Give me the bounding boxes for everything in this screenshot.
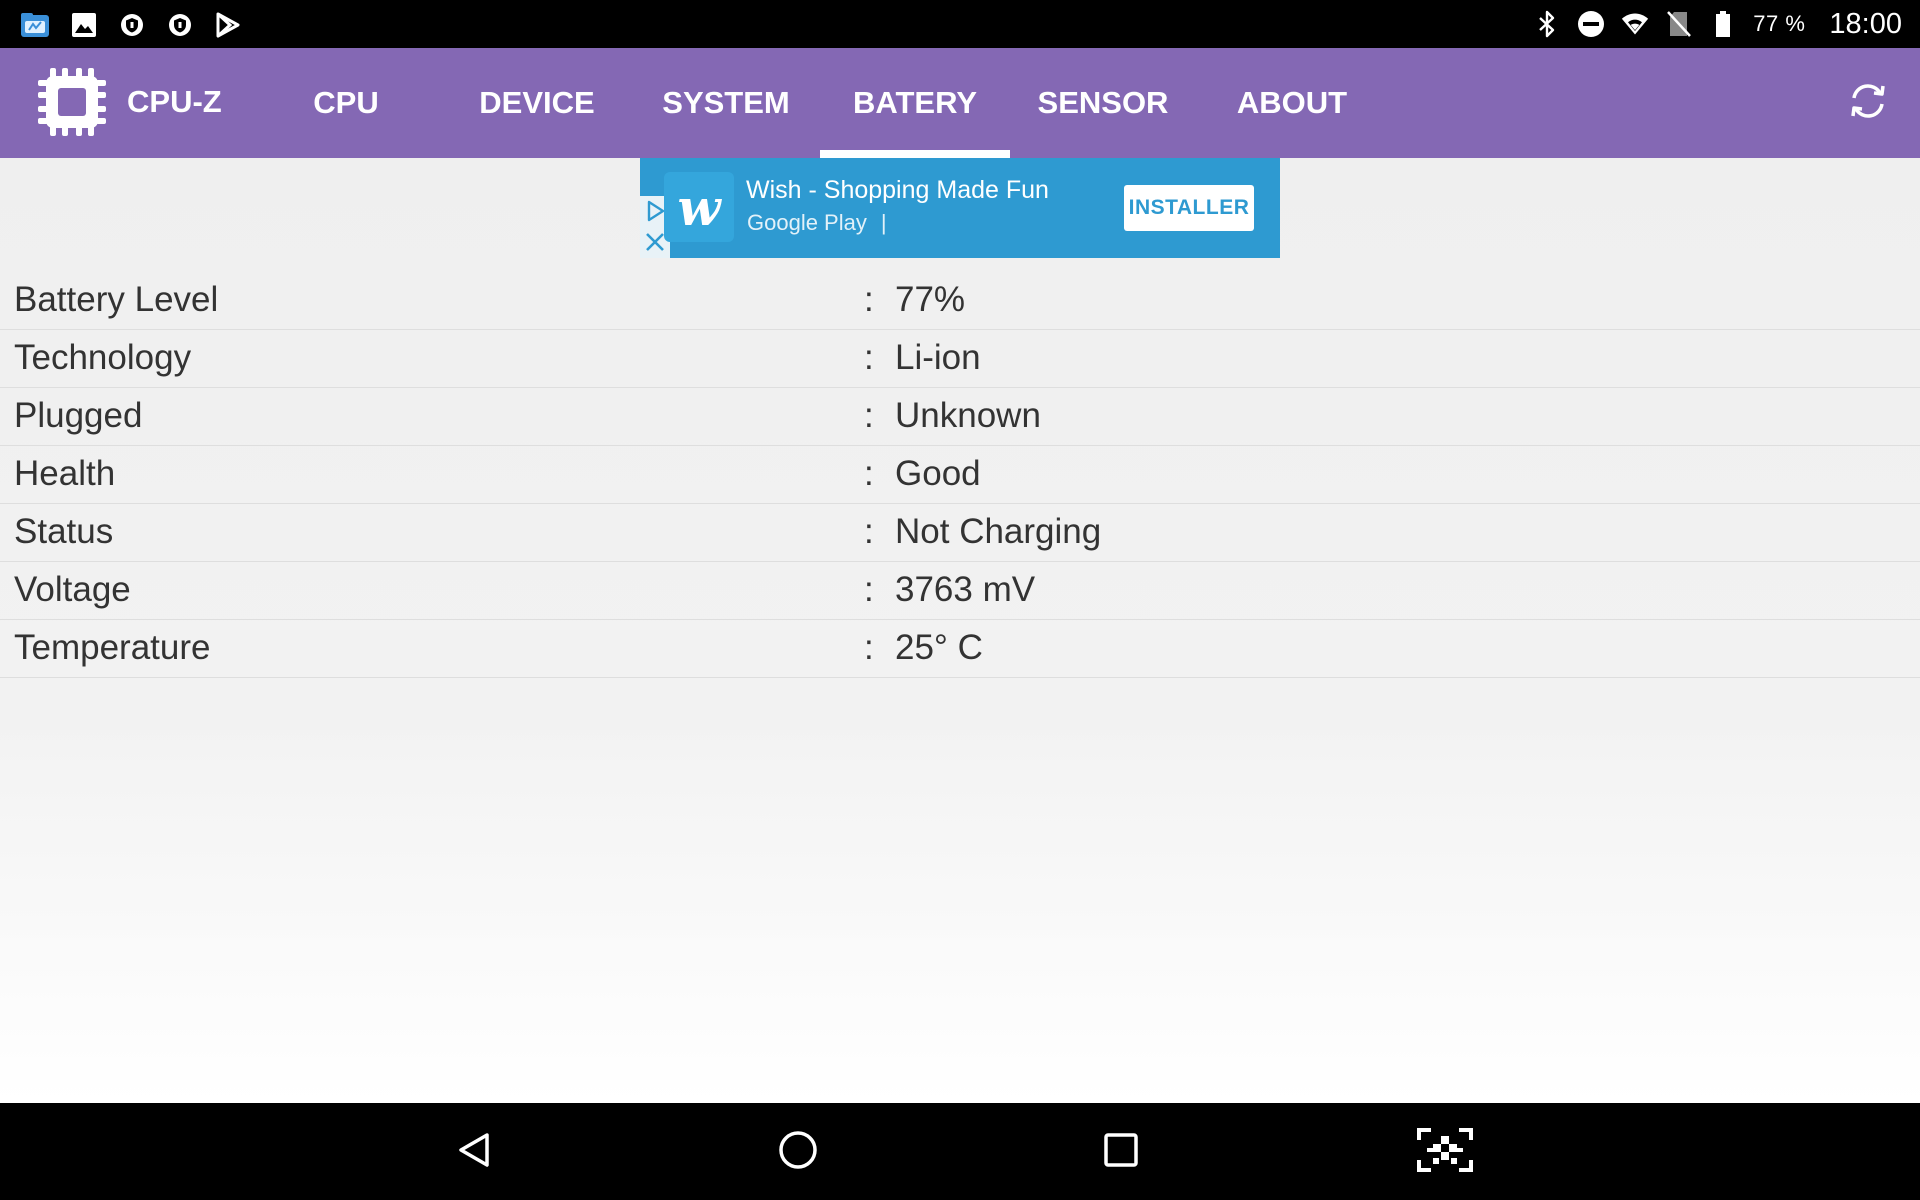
- row-separator: :: [864, 512, 874, 551]
- navigation-bar: [0, 1103, 1920, 1200]
- shield-icon: [165, 10, 195, 40]
- screenshot-icon: [1417, 1127, 1473, 1177]
- tab-label: DEVICE: [479, 85, 595, 120]
- row-label: Technology: [14, 338, 192, 377]
- row-separator: :: [864, 280, 874, 319]
- row-label: Status: [14, 512, 114, 551]
- ad-title: Wish - Shopping Made Fun: [746, 176, 1049, 204]
- tab-battery[interactable]: BATERY: [820, 48, 1010, 158]
- row-value: 25° C: [895, 628, 983, 667]
- ad-store-label: Google Play: [747, 210, 867, 235]
- row-label: Health: [14, 454, 116, 493]
- app-title: CPU-Z: [127, 84, 222, 119]
- row-separator: :: [864, 338, 874, 377]
- table-row: Voltage : 3763 mV: [0, 562, 1920, 620]
- tab-label: SENSOR: [1037, 85, 1169, 120]
- row-value: 3763 mV: [895, 570, 1036, 609]
- tab-cpu[interactable]: CPU: [290, 48, 402, 158]
- ad-store: Google Play |: [747, 210, 887, 236]
- tab-system[interactable]: SYSTEM: [648, 48, 804, 158]
- shield-icon: [117, 10, 147, 40]
- home-button[interactable]: [775, 1129, 821, 1175]
- tab-sensor[interactable]: SENSOR: [1032, 48, 1174, 158]
- tab-label: ABOUT: [1236, 85, 1348, 120]
- app-bar: CPU-Z CPU DEVICE SYSTEM BATERY SENSOR AB…: [0, 48, 1920, 158]
- no-sim-icon: [1665, 10, 1693, 38]
- tab-device[interactable]: DEVICE: [468, 48, 606, 158]
- refresh-icon: [1846, 79, 1890, 128]
- install-button[interactable]: INSTALLER: [1124, 185, 1254, 231]
- row-value: Unknown: [895, 396, 1041, 435]
- row-value: Li-ion: [895, 338, 981, 377]
- row-value: Not Charging: [895, 512, 1102, 551]
- bluetooth-icon: [1533, 10, 1561, 38]
- file-explorer-icon: [20, 10, 50, 40]
- battery-percent: 77 %: [1753, 11, 1806, 36]
- row-value: 77%: [895, 280, 966, 319]
- table-row: Plugged : Unknown: [0, 388, 1920, 446]
- do-not-disturb-icon: [1577, 10, 1605, 38]
- back-icon: [454, 1130, 494, 1175]
- ad-store-separator: |: [880, 210, 887, 235]
- recents-icon: [1102, 1131, 1140, 1174]
- row-label: Temperature: [14, 628, 211, 667]
- row-label: Voltage: [14, 570, 131, 609]
- tab-label: BATERY: [853, 85, 977, 120]
- row-value: Good: [895, 454, 981, 493]
- table-row: Technology : Li-ion: [0, 330, 1920, 388]
- row-separator: :: [864, 628, 874, 667]
- wifi-icon: [1621, 10, 1649, 38]
- battery-content: w Wish - Shopping Made Fun Google Play | …: [0, 158, 1920, 1103]
- row-separator: :: [864, 454, 874, 493]
- clock: 18:00: [1829, 7, 1902, 40]
- tab-about[interactable]: ABOUT: [1226, 48, 1358, 158]
- table-row: Status : Not Charging: [0, 504, 1920, 562]
- battery-info-table: Battery Level : 77% Technology : Li-ion …: [0, 272, 1920, 678]
- battery-icon: [1709, 10, 1737, 38]
- table-row: Temperature : 25° C: [0, 620, 1920, 678]
- tab-label: CPU: [313, 85, 379, 120]
- system-tray: 77 % 18:00: [1533, 0, 1902, 48]
- row-label: Battery Level: [14, 280, 219, 319]
- table-row: Health : Good: [0, 446, 1920, 504]
- back-button[interactable]: [451, 1129, 497, 1175]
- chip-icon: [36, 66, 108, 138]
- play-store-icon: [213, 10, 243, 40]
- gallery-icon: [69, 10, 99, 40]
- wish-app-icon: w: [664, 172, 734, 242]
- ad-banner[interactable]: w Wish - Shopping Made Fun Google Play | …: [640, 158, 1280, 258]
- refresh-button[interactable]: [1844, 79, 1892, 127]
- row-separator: :: [864, 396, 874, 435]
- row-label: Plugged: [14, 396, 143, 435]
- tab-label: SYSTEM: [662, 85, 790, 120]
- recents-button[interactable]: [1098, 1129, 1144, 1175]
- table-row: Battery Level : 77%: [0, 272, 1920, 330]
- home-icon: [777, 1129, 819, 1176]
- row-separator: :: [864, 570, 874, 609]
- status-bar: 77 % 18:00: [0, 0, 1920, 48]
- screenshot-button[interactable]: [1417, 1127, 1473, 1175]
